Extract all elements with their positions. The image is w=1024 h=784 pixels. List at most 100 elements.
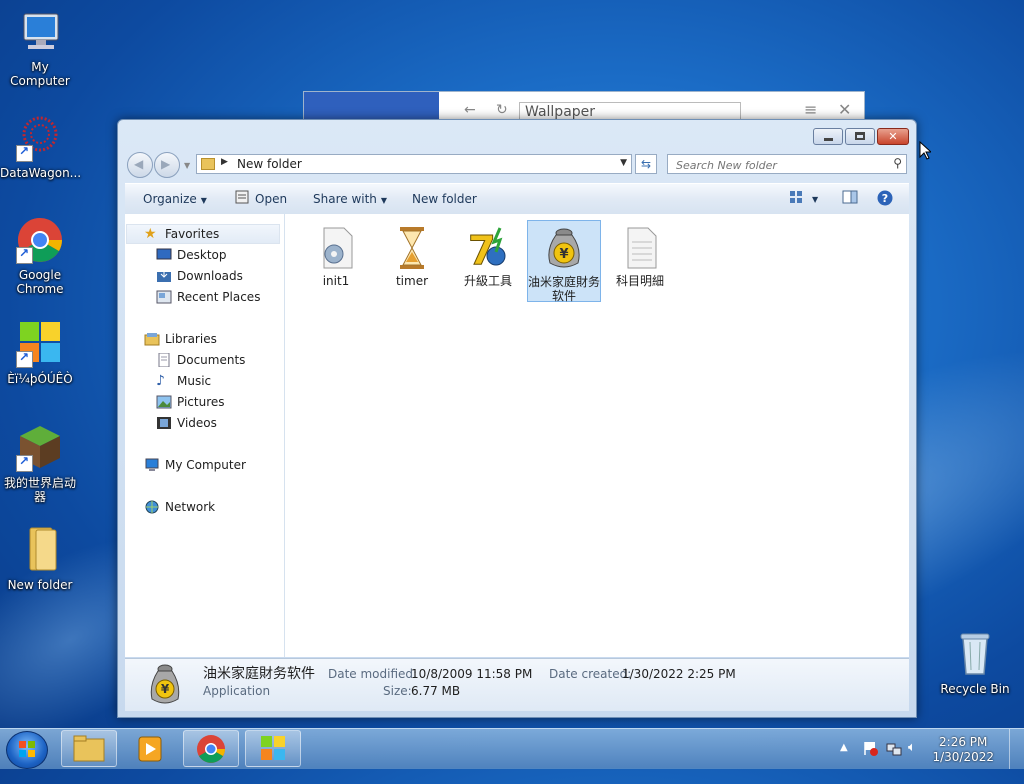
desktop-icon-recycle-bin[interactable]: Recycle Bin (935, 630, 1015, 696)
search-input[interactable] (674, 156, 878, 174)
refresh-button[interactable]: ⇆ (635, 154, 657, 174)
file-item-init1[interactable]: init1 (299, 220, 373, 288)
nav-videos-label: Videos (177, 416, 217, 430)
computer-icon (144, 458, 160, 472)
network-status-icon[interactable] (886, 740, 902, 759)
pictures-icon (156, 395, 172, 409)
taskbar-explorer-button[interactable] (61, 730, 117, 767)
desktop-icon-datawagon[interactable]: DataWagon... (0, 114, 82, 180)
chevron-down-icon: ▼ (380, 196, 388, 205)
desktop-icon-label: New folder (7, 578, 73, 592)
show-desktop-button[interactable] (1009, 729, 1024, 769)
desktop-icon-label: Google Chrome (16, 268, 64, 296)
nav-documents[interactable]: Documents (156, 351, 245, 369)
volume-icon[interactable]: 🔈︎ (908, 740, 916, 755)
forward-button[interactable]: ▶ (154, 152, 180, 178)
chrome-icon (197, 735, 225, 763)
size-label: Size: (383, 684, 412, 698)
desktop-icon-chrome[interactable]: Google Chrome (0, 216, 80, 296)
libraries-icon (144, 332, 160, 346)
computer-icon (16, 8, 64, 56)
open-button[interactable]: Open (255, 192, 287, 206)
nav-recent-places-label: Recent Places (177, 290, 261, 304)
address-bar[interactable]: ▶ New folder ▼ (196, 154, 632, 174)
view-options-dropdown-icon[interactable]: ▼ (812, 195, 818, 204)
taskbar-tiles-app-button[interactable] (245, 730, 301, 767)
minimize-button[interactable] (813, 128, 843, 145)
file-item-account-details[interactable]: 科目明細 (603, 220, 677, 288)
nav-music[interactable]: ♪ Music (156, 372, 211, 390)
organize-button[interactable]: Organize ▼ (143, 192, 207, 206)
help-icon[interactable]: ? (877, 190, 893, 209)
upgrade-tool-icon: 7 (466, 226, 510, 275)
desktop-icon-label: 我的世界启动器 (3, 476, 76, 504)
nav-music-label: Music (177, 374, 212, 388)
file-item-finance-software[interactable]: ¥ 油米家庭財务软件 (527, 220, 601, 303)
address-dropdown-icon[interactable]: ▼ (620, 158, 627, 168)
recent-pages-dropdown[interactable]: ▼ (184, 161, 190, 170)
minecraft-icon (16, 424, 64, 472)
nav-pictures[interactable]: Pictures (156, 393, 225, 411)
taskbar-media-player-button[interactable] (122, 730, 178, 767)
desktop-icon-label: DataWagon... (0, 166, 82, 180)
system-tray: ▲ 🔈︎ (834, 729, 1024, 769)
desktop-icon-minecraft[interactable]: 我的世界启动器 (0, 424, 80, 504)
desktop-icon-new-folder[interactable]: New folder (0, 526, 80, 592)
date-modified-value: 10/8/2009 11:58 PM (411, 667, 533, 681)
breadcrumb[interactable]: New folder (237, 157, 302, 171)
nav-recent-places[interactable]: Recent Places (156, 288, 260, 306)
tiles-icon (261, 736, 285, 760)
desktop-icon-label: My Computer (10, 60, 70, 88)
folder-icon (16, 526, 64, 574)
nav-desktop[interactable]: Desktop (156, 246, 227, 264)
file-item-upgrade-tool[interactable]: 7 升級工具 (451, 220, 525, 288)
show-hidden-icons-icon[interactable]: ▲ (840, 742, 848, 753)
back-button[interactable]: ◀ (127, 152, 153, 178)
file-item-timer[interactable]: timer (375, 220, 449, 288)
clock[interactable]: 2:26 PM 1/30/2022 (932, 735, 994, 765)
desktop-icon-tiles[interactable]: Èï¼þÓÚÊÒ (0, 320, 80, 386)
window-caption-buttons: ✕ (811, 128, 909, 145)
nav-libraries[interactable]: Libraries (144, 330, 217, 348)
chevron-down-icon: ▼ (200, 196, 207, 205)
preview-pane-icon[interactable] (842, 190, 858, 207)
file-list[interactable]: init1 timer 7 升級工具 ¥ 油米家庭財务软件 科目明細 (285, 214, 909, 657)
recent-places-icon (156, 290, 172, 304)
close-icon[interactable]: ✕ (838, 100, 851, 119)
network-icon (144, 500, 160, 514)
desktop-icon-label: Èï¼þÓÚÊÒ (7, 372, 73, 386)
money-bag-icon: ¥ (145, 663, 185, 710)
taskbar-chrome-button[interactable] (183, 730, 239, 767)
breadcrumb-chevron-icon[interactable]: ▶ (221, 157, 228, 167)
start-button[interactable] (6, 731, 48, 769)
desktop-icon-my-computer[interactable]: My Computer (0, 8, 80, 88)
shortcut-arrow-icon (16, 350, 33, 368)
refresh-icon[interactable]: ↻ (496, 102, 508, 118)
search-icon[interactable]: ⚲ (893, 156, 902, 170)
back-arrow-icon[interactable]: ← (464, 102, 476, 118)
nav-network-label: Network (165, 500, 216, 514)
search-box[interactable]: ⚲ (667, 154, 907, 174)
new-folder-button[interactable]: New folder (412, 192, 477, 206)
share-with-button[interactable]: Share with ▼ (313, 192, 387, 206)
shortcut-arrow-icon (16, 144, 33, 162)
nav-network[interactable]: Network (144, 498, 215, 516)
chrome-icon (16, 216, 64, 264)
nav-my-computer[interactable]: My Computer (144, 456, 246, 474)
close-button[interactable]: ✕ (877, 128, 909, 145)
file-name: timer (395, 274, 429, 288)
menu-icon[interactable]: ≡ (804, 100, 817, 119)
star-icon: ★ (144, 226, 157, 242)
file-name: init1 (322, 274, 350, 288)
change-view-icon[interactable] (789, 190, 803, 207)
action-center-flag-icon[interactable] (862, 740, 878, 759)
nav-favorites[interactable]: ★ Favorites (144, 225, 219, 243)
tiles-icon (16, 320, 64, 368)
nav-pictures-label: Pictures (177, 395, 225, 409)
navigation-buttons: ◀ ▶ ▼ (127, 152, 190, 178)
command-bar: Organize ▼ Open Share with ▼ New folder ▼ … (125, 183, 909, 215)
nav-downloads[interactable]: Downloads (156, 267, 243, 285)
nav-videos[interactable]: Videos (156, 414, 217, 432)
navigation-pane: ★ Favorites Desktop Downloads Recent Pla… (125, 214, 285, 657)
maximize-button[interactable] (845, 128, 875, 145)
